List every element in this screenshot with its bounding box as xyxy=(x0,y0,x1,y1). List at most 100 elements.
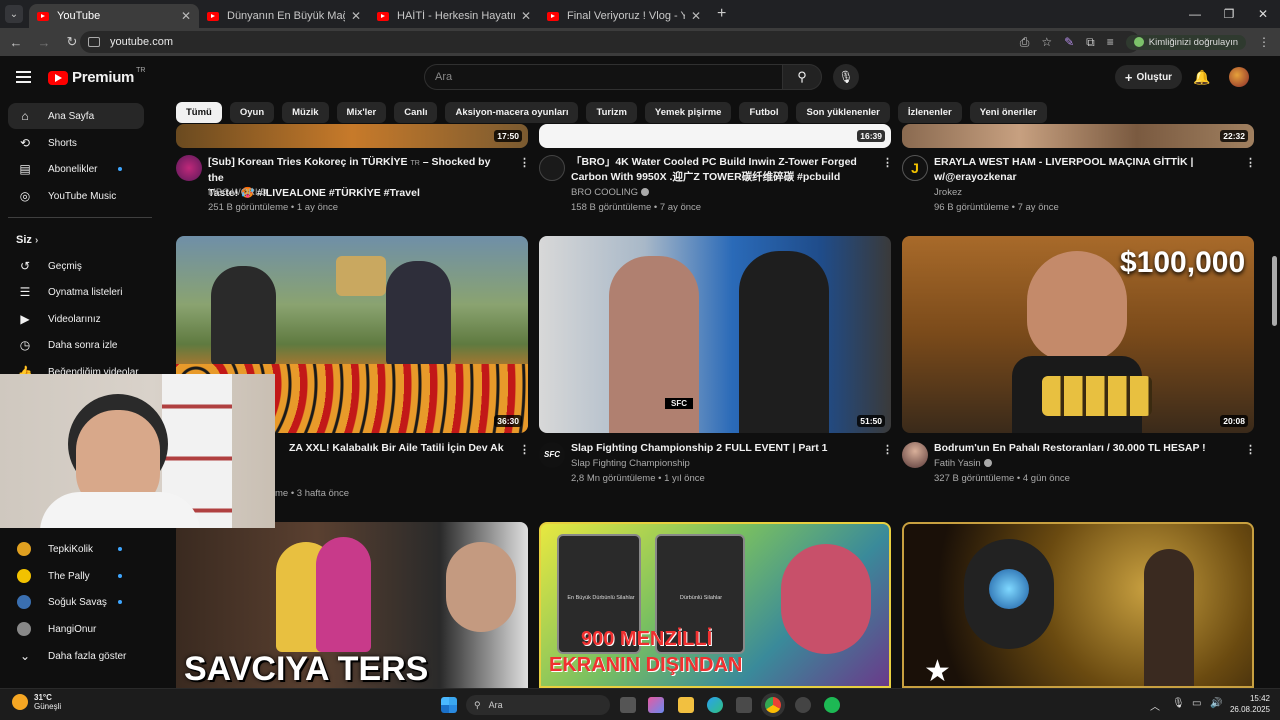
verify-identity-button[interactable]: Kimliğinizi doğrulayın xyxy=(1125,34,1246,50)
hamburger-menu-icon[interactable] xyxy=(16,71,31,86)
more-options-icon[interactable]: ⋮ xyxy=(882,443,893,456)
file-explorer-icon[interactable] xyxy=(678,697,694,713)
channel-avatar[interactable] xyxy=(539,155,565,181)
bookmark-star-icon[interactable]: ☆ xyxy=(1041,35,1052,49)
app-icon[interactable] xyxy=(795,697,811,713)
page-scrollbar[interactable] xyxy=(1270,56,1280,688)
chip-football[interactable]: Futbol xyxy=(739,102,789,123)
cast-icon[interactable]: ⎙ xyxy=(1020,35,1030,50)
sidebar-item-shorts[interactable]: ⟲ Shorts xyxy=(8,130,144,156)
more-options-icon[interactable]: ⋮ xyxy=(519,443,530,456)
video-thumbnail[interactable]: ★ xyxy=(902,522,1254,688)
chip-gaming[interactable]: Oyun xyxy=(229,102,275,123)
tab-search-icon[interactable]: ⌄ xyxy=(5,5,23,23)
video-thumbnail[interactable]: En Büyük Dürbünlü Silahlar Dürbünlü Sila… xyxy=(539,522,891,688)
close-tab-icon[interactable]: ✕ xyxy=(181,9,191,23)
video-thumbnail[interactable]: 16:39 xyxy=(539,124,891,148)
channel-name[interactable]: Slap Fighting Championship xyxy=(571,456,690,471)
channel-name[interactable]: Jrokez xyxy=(934,185,962,200)
copilot-icon[interactable] xyxy=(648,697,664,713)
back-arrow-icon[interactable]: ← xyxy=(4,35,28,50)
sidebar-item-playlists[interactable]: ☰ Oynatma listeleri xyxy=(8,279,144,305)
youtube-premium-logo[interactable]: Premium TR xyxy=(48,67,145,86)
sidebar-item-home[interactable]: ⌂ Ana Sayfa xyxy=(8,103,144,129)
sidebar-item-history[interactable]: ↺ Geçmiş xyxy=(8,253,144,279)
close-tab-icon[interactable]: ✕ xyxy=(691,9,701,23)
channel-name[interactable]: Fatih Yasin xyxy=(934,456,992,471)
close-window-icon[interactable]: ✕ xyxy=(1246,7,1280,21)
task-view-icon[interactable] xyxy=(620,697,636,713)
store-icon[interactable] xyxy=(736,697,752,713)
chip-tourism[interactable]: Turizm xyxy=(586,102,637,123)
sidebar-item-subscriptions[interactable]: ▤ Abonelikler xyxy=(8,156,144,182)
video-title[interactable]: Bodrum'un En Pahalı Restoranları / 30.00… xyxy=(934,441,1234,456)
extensions-puzzle-icon[interactable]: ⧉ xyxy=(1086,35,1095,50)
sidebar-item-youtube-music[interactable]: ◎ YouTube Music xyxy=(8,183,144,209)
tray-network-icon[interactable]: ▭ xyxy=(1192,698,1201,709)
chip-action-adventure[interactable]: Aksiyon-macera oyunları xyxy=(445,102,579,123)
chip-new-to-you[interactable]: Yeni öneriler xyxy=(969,102,1047,123)
tray-chevron-up-icon[interactable]: ︿ xyxy=(1150,698,1160,713)
more-options-icon[interactable]: ⋮ xyxy=(519,156,530,169)
sidebar-channel-the-pally[interactable]: The Pally xyxy=(8,563,144,589)
browser-tab[interactable]: YouTube ✕ xyxy=(29,4,199,28)
browser-tab[interactable]: HAİTİ - Herkesin Hayatını Satt ✕ xyxy=(369,4,539,28)
channel-avatar[interactable] xyxy=(176,155,202,181)
minimize-icon[interactable]: — xyxy=(1178,7,1212,21)
video-thumbnail[interactable]: SAVCIYA TERS xyxy=(176,522,528,688)
search-button[interactable]: ⚲ xyxy=(782,64,822,90)
edge-browser-icon[interactable] xyxy=(707,697,723,713)
chip-recently-uploaded[interactable]: Son yüklenenler xyxy=(796,102,890,123)
more-options-icon[interactable]: ⋮ xyxy=(1245,156,1256,169)
sidebar-item-watch-later[interactable]: ◷ Daha sonra izle xyxy=(8,332,144,358)
chip-live[interactable]: Canlı xyxy=(394,102,438,123)
channel-avatar[interactable]: J xyxy=(902,155,928,181)
taskbar-search[interactable]: ⚲ Ara xyxy=(466,695,610,715)
video-title[interactable]: 「BRO」4K Water Cooled PC Build Inwin Z-To… xyxy=(571,155,871,185)
chrome-browser-icon[interactable] xyxy=(765,697,781,713)
new-tab-icon[interactable]: + xyxy=(717,5,726,23)
tray-microphone-icon[interactable]: 🎙 xyxy=(1172,698,1185,709)
video-title[interactable]: Slap Fighting Championship 2 FULL EVENT … xyxy=(571,441,871,456)
chip-all[interactable]: Tümü xyxy=(176,102,222,123)
video-thumbnail[interactable]: 22:32 xyxy=(902,124,1254,148)
sidebar-item-your-videos[interactable]: ▶ Videolarınız xyxy=(8,306,144,332)
reading-list-icon[interactable]: ≡ xyxy=(1107,35,1114,49)
chip-cooking[interactable]: Yemek pişirme xyxy=(644,102,732,123)
notifications-bell-icon[interactable]: 🔔 xyxy=(1193,69,1210,86)
channel-avatar[interactable]: SFC xyxy=(539,442,565,468)
scrollbar-thumb[interactable] xyxy=(1272,256,1277,326)
more-options-icon[interactable]: ⋮ xyxy=(1245,443,1256,456)
video-thumbnail[interactable]: $100,000 20:08 xyxy=(902,236,1254,433)
chip-watched[interactable]: İzlenenler xyxy=(897,102,962,123)
extension-pen-icon[interactable]: ✎ xyxy=(1064,35,1074,49)
forward-arrow-icon[interactable]: → xyxy=(32,35,56,50)
weather-widget[interactable]: 31°C Güneşli xyxy=(12,693,61,711)
voice-search-button[interactable]: 🎙 xyxy=(833,64,859,90)
video-title[interactable]: ZA XXL! Kalabalık Bir Aile Tatili İçin D… xyxy=(289,441,504,456)
sidebar-channel-hangionur[interactable]: HangiOnur xyxy=(8,616,144,642)
video-thumbnail[interactable]: 17:50 xyxy=(176,124,528,148)
sidebar-show-more[interactable]: ⌄ Daha fazla göster xyxy=(8,643,144,669)
chip-mixes[interactable]: Mix'ler xyxy=(336,102,387,123)
close-tab-icon[interactable]: ✕ xyxy=(351,9,361,23)
site-info-icon[interactable] xyxy=(88,37,100,47)
browser-tab[interactable]: Dünyanın En Büyük Mağarası: ✕ xyxy=(199,4,369,28)
create-button[interactable]: + Oluştur xyxy=(1115,65,1182,89)
sidebar-you-heading[interactable]: Siz › xyxy=(16,234,38,246)
windows-start-icon[interactable] xyxy=(441,697,457,713)
taskbar-clock[interactable]: 15:42 26.08.2025 xyxy=(1230,693,1270,715)
chip-music[interactable]: Müzik xyxy=(282,102,329,123)
channel-avatar[interactable] xyxy=(902,442,928,468)
more-options-icon[interactable]: ⋮ xyxy=(882,156,893,169)
sidebar-channel-soguk-savas[interactable]: Soğuk Savaş xyxy=(8,589,144,615)
browser-tab[interactable]: Final Veriyoruz ! Vlog - YouTube ✕ xyxy=(539,4,709,28)
video-title[interactable]: ERAYLA WEST HAM - LIVERPOOL MAÇINA GİTTİ… xyxy=(934,155,1234,185)
sidebar-channel-tepkikolik[interactable]: TepkiKolik xyxy=(8,536,144,562)
maximize-icon[interactable]: ❐ xyxy=(1212,7,1246,21)
url-bar[interactable]: youtube.com xyxy=(80,31,1140,53)
channel-name[interactable]: BRO COOLING xyxy=(571,185,650,200)
account-avatar[interactable] xyxy=(1229,67,1249,87)
browser-menu-icon[interactable]: ⋮ xyxy=(1258,35,1270,49)
spotify-icon[interactable] xyxy=(824,697,840,713)
